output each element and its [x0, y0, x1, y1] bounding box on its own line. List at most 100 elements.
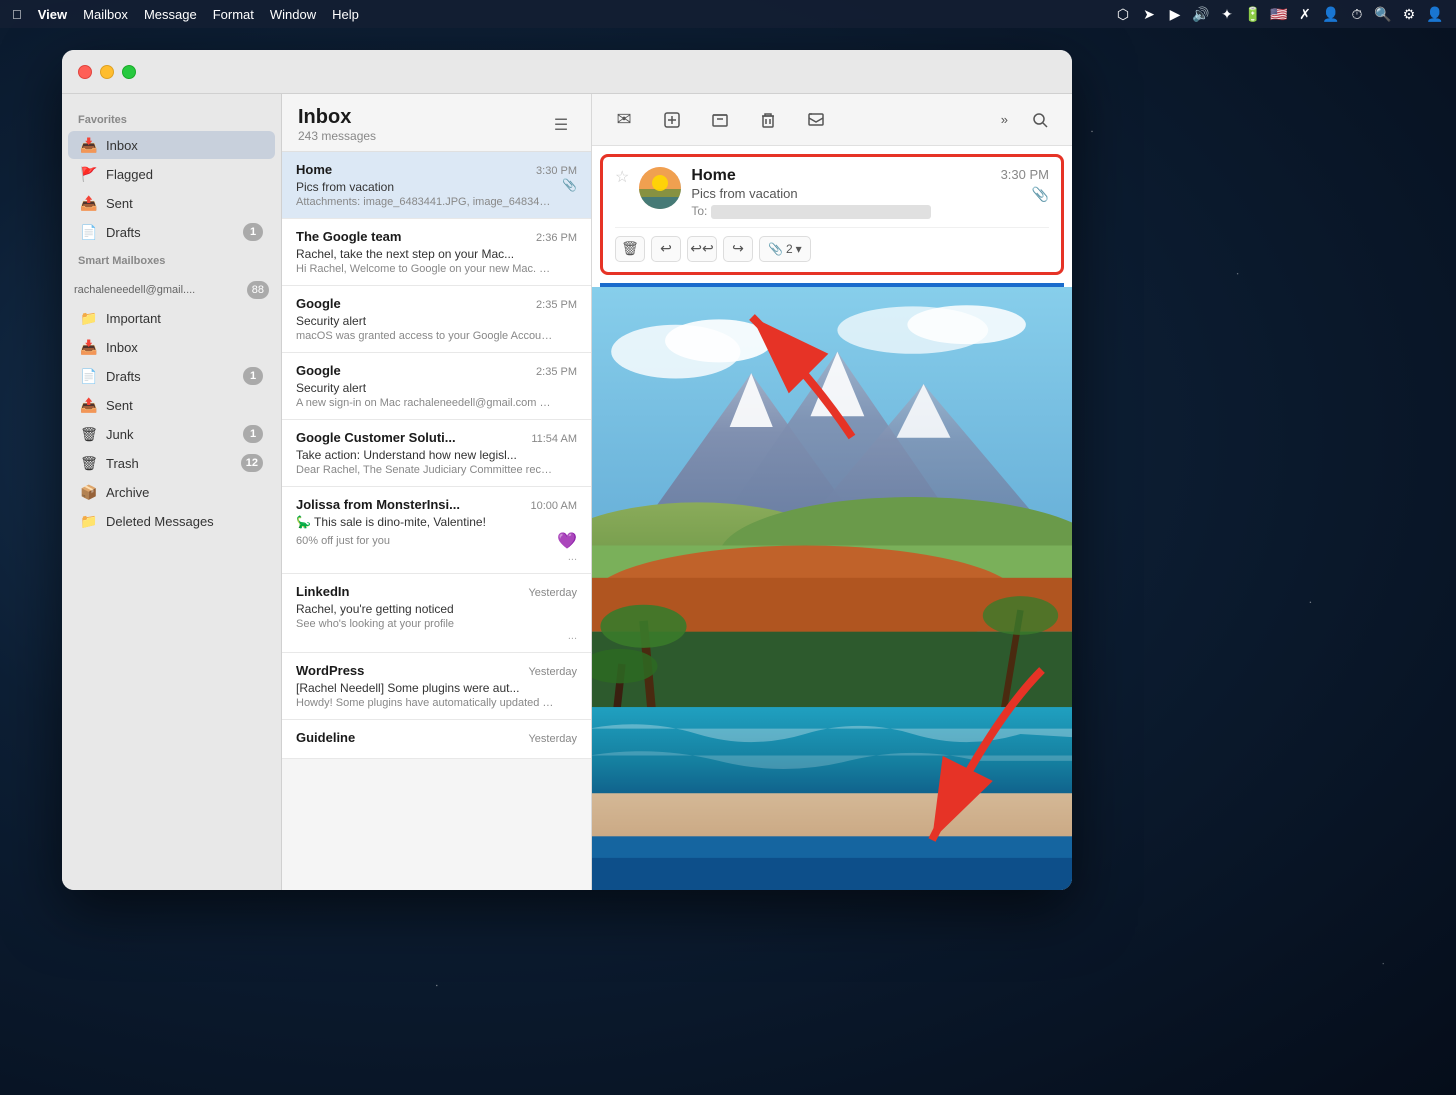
junk-icon: 🗑	[80, 425, 98, 443]
filter-button[interactable]: ☰	[547, 111, 575, 139]
junk-button[interactable]	[800, 104, 832, 136]
menu-window[interactable]: Window	[270, 7, 316, 22]
message-8-preview: Howdy! Some plugins have automatically u…	[296, 697, 556, 709]
play-icon: ▶	[1166, 5, 1184, 23]
sidebar-gmail-sent-label: Sent	[106, 398, 263, 413]
menu-message[interactable]: Message	[144, 7, 197, 22]
message-6-subject: 🦕 This sale is dino-mite, Valentine!	[296, 515, 577, 529]
message-item-4[interactable]: Google 2:35 PM Security alert A new sign…	[282, 353, 591, 420]
user-avatar-icon: 👤	[1426, 5, 1444, 23]
email-actions-row: 🗑 ↩ ↩↩ ↪ 📎 2 ▾	[615, 227, 1049, 262]
sidebar-item-important[interactable]: 📁 Important	[68, 304, 275, 332]
message-2-preview: Hi Rachel, Welcome to Google on your new…	[296, 263, 556, 275]
drafts-badge: 1	[243, 223, 263, 241]
menu-mailbox[interactable]: Mailbox	[83, 7, 128, 22]
email-subject-line: Pics from vacation	[691, 186, 990, 201]
new-message-button[interactable]: ✉	[608, 104, 640, 136]
email-delete-button[interactable]: 🗑	[615, 236, 645, 262]
close-button[interactable]	[78, 65, 92, 79]
email-attachments-button[interactable]: 📎 2 ▾	[759, 236, 811, 262]
message-item-3[interactable]: Google 2:35 PM Security alert macOS was …	[282, 286, 591, 353]
sidebar-item-trash[interactable]: 🗑 Trash 12	[68, 449, 275, 477]
volume-icon: 🔊	[1192, 5, 1210, 23]
message-7-header: LinkedIn Yesterday	[296, 584, 577, 599]
message-item-2[interactable]: The Google team 2:36 PM Rachel, take the…	[282, 219, 591, 286]
spotlight-icon: 🔍	[1374, 5, 1392, 23]
message-6-preview: 60% off just for you	[296, 535, 390, 547]
sidebar-item-archive[interactable]: 📦 Archive	[68, 478, 275, 506]
message-item-6[interactable]: Jolissa from MonsterInsi... 10:00 AM 🦕 T…	[282, 487, 591, 574]
more-button[interactable]: »	[1001, 112, 1008, 127]
message-1-header: Home 3:30 PM	[296, 162, 577, 177]
time-machine-icon: ⏱	[1348, 5, 1366, 23]
sidebar-item-sent[interactable]: 📤 Sent	[68, 189, 275, 217]
gmail-sent-icon: 📤	[80, 396, 98, 414]
message-item-8[interactable]: WordPress Yesterday [Rachel Needell] Som…	[282, 653, 591, 720]
on-my-mac-badge: 88	[247, 281, 269, 299]
email-content	[592, 287, 1072, 890]
message-2-subject: Rachel, take the next step on your Mac..…	[296, 247, 577, 261]
message-item-5[interactable]: Google Customer Soluti... 11:54 AM Take …	[282, 420, 591, 487]
vacation-photo	[592, 287, 1072, 890]
compose-button[interactable]	[656, 104, 688, 136]
sidebar-item-junk[interactable]: 🗑 Junk 1	[68, 420, 275, 448]
menu-help[interactable]: Help	[332, 7, 359, 22]
control-center-icon: ⚙	[1400, 5, 1418, 23]
email-avatar	[639, 167, 681, 209]
email-reply-all-button[interactable]: ↩↩	[687, 236, 717, 262]
menu-apple[interactable]: 	[12, 7, 22, 22]
search-button[interactable]	[1024, 104, 1056, 136]
message-8-sender: WordPress	[296, 663, 364, 678]
sidebar-item-gmail-drafts[interactable]: 📄 Drafts 1	[68, 362, 275, 390]
preview-toolbar: ✉	[592, 94, 1072, 146]
archive-button[interactable]	[704, 104, 736, 136]
star-button[interactable]: ☆	[615, 167, 629, 187]
sidebar-item-gmail-sent[interactable]: 📤 Sent	[68, 391, 275, 419]
menu-bar-left:  View Mailbox Message Format Window Hel…	[12, 7, 359, 22]
sidebar-item-flagged[interactable]: 🚩 Flagged	[68, 160, 275, 188]
sidebar-item-gmail-inbox[interactable]: 📥 Inbox	[68, 333, 275, 361]
window-titlebar	[62, 50, 1072, 94]
inbox-count: 243 messages	[298, 129, 376, 143]
email-forward-button[interactable]: ↪	[723, 236, 753, 262]
menu-format[interactable]: Format	[213, 7, 254, 22]
paperclip-icon: 📎	[768, 242, 783, 256]
sidebar-archive-label: Archive	[106, 485, 263, 500]
message-7-sender: LinkedIn	[296, 584, 349, 599]
account-name: rachaleneedell@gmail....	[74, 284, 195, 296]
sidebar-item-deleted[interactable]: 📁 Deleted Messages	[68, 507, 275, 535]
minimize-button[interactable]	[100, 65, 114, 79]
junk-badge: 1	[243, 425, 263, 443]
message-6-emoji: 💜	[557, 531, 577, 551]
account-icon: 👤	[1322, 5, 1340, 23]
message-item-9[interactable]: Guideline Yesterday	[282, 720, 591, 759]
message-3-subject: Security alert	[296, 314, 577, 328]
message-6-time: 10:00 AM	[531, 500, 577, 512]
message-5-subject: Take action: Understand how new legisl..…	[296, 448, 577, 462]
message-3-header: Google 2:35 PM	[296, 296, 577, 311]
message-3-sender: Google	[296, 296, 341, 311]
message-7-subject: Rachel, you're getting noticed	[296, 602, 577, 616]
message-item-7[interactable]: LinkedIn Yesterday Rachel, you're gettin…	[282, 574, 591, 653]
message-9-sender: Guideline	[296, 730, 355, 745]
sidebar-item-drafts[interactable]: 📄 Drafts 1	[68, 218, 275, 246]
sidebar-item-inbox[interactable]: 📥 Inbox	[68, 131, 275, 159]
smart-mailboxes-label: Smart Mailboxes	[62, 247, 281, 271]
message-4-header: Google 2:35 PM	[296, 363, 577, 378]
email-reply-button[interactable]: ↩	[651, 236, 681, 262]
dropbox-icon: ⬡	[1114, 5, 1132, 23]
delete-button[interactable]	[752, 104, 784, 136]
menu-view[interactable]: View	[38, 7, 67, 22]
sidebar-sent-label: Sent	[106, 196, 263, 211]
window-body: Favorites 📥 Inbox 🚩 Flagged 📤 Sent 📄 Dra…	[62, 94, 1072, 890]
message-item-1[interactable]: Home 3:30 PM Pics from vacation Attachme…	[282, 152, 591, 219]
message-4-subject: Security alert	[296, 381, 577, 395]
message-1-preview: Attachments: image_6483441.JPG, image_64…	[296, 196, 556, 208]
email-to-row: To:	[691, 204, 990, 219]
sidebar-deleted-label: Deleted Messages	[106, 514, 263, 529]
gmail-inbox-icon: 📥	[80, 338, 98, 356]
zoom-button[interactable]	[122, 65, 136, 79]
message-5-sender: Google Customer Soluti...	[296, 430, 456, 445]
message-2-header: The Google team 2:36 PM	[296, 229, 577, 244]
attachment-count: 2	[786, 242, 793, 256]
